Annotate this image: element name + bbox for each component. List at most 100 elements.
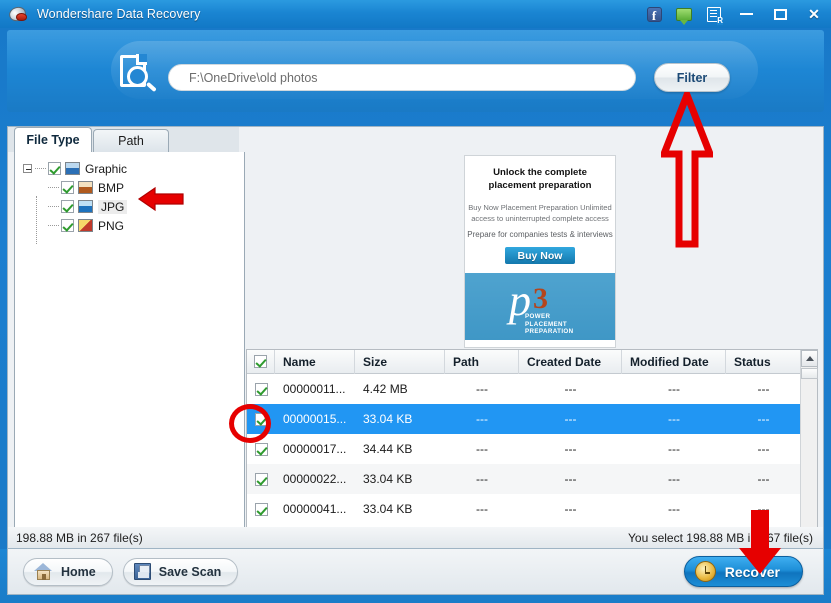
cell-status: --- [757,442,770,456]
row-checkbox[interactable] [247,472,275,486]
feedback-chat-icon[interactable] [669,0,699,28]
cell-name: 00000011... [283,382,346,396]
checkbox-jpg[interactable] [61,200,74,213]
cell-created-date: --- [564,472,577,486]
column-header-path[interactable]: Path [445,349,519,374]
recover-button-label: Recover [724,563,780,580]
tree-connector-dots [48,206,59,207]
table-row[interactable]: 00000041... 33.04 KB --- --- --- --- [247,494,817,524]
cell-name: 00000015... [283,412,347,426]
collapse-icon[interactable] [23,164,32,173]
maximize-button[interactable] [763,0,797,28]
row-checkbox[interactable] [247,382,275,396]
checkbox-graphic[interactable] [48,162,61,175]
row-checkbox[interactable] [247,442,275,456]
cell-size: 33.04 KB [363,502,413,516]
save-scan-button-label: Save Scan [158,564,222,579]
column-header-size[interactable]: Size [355,349,445,374]
column-header-created-date[interactable]: Created Date [519,349,622,374]
cell-status: --- [757,412,770,426]
cell-size: 33.04 KB [363,472,413,486]
title-bar-buttons: f ✕ [639,0,831,28]
column-header-status[interactable]: Status [726,350,801,374]
cell-size: 34.44 KB [363,442,413,456]
table-body: 00000011... 4.42 MB --- --- --- --- 0000… [247,374,817,524]
status-total-label: 198.88 MB in 267 file(s) [16,530,143,545]
ad-subtext: Prepare for companies tests & interviews [467,230,613,239]
cell-modified-date: --- [668,502,680,516]
floppy-disk-icon [133,563,151,580]
row-checkbox[interactable] [247,412,275,426]
ad-body-text: Buy Now Placement Preparation Unlimited … [468,203,612,223]
scrollbar-thumb[interactable] [801,368,818,379]
tree-item-jpg[interactable]: JPG [48,198,128,215]
main-panel: File Type Path Graphic BMP JPG PNG Unloc… [7,126,824,548]
cell-modified-date: --- [668,472,680,486]
tab-path[interactable]: Path [93,129,169,152]
brand-number: 3 [533,282,548,315]
application-window: Wondershare Data Recovery f ✕ Filter Fil… [0,0,831,603]
home-icon [34,563,53,580]
graphic-file-icon [65,162,80,175]
filter-button[interactable]: Filter [654,63,730,92]
column-header-name[interactable]: Name [275,349,355,374]
row-checkbox[interactable] [247,502,275,516]
facebook-icon[interactable]: f [639,0,669,28]
tab-file-type[interactable]: File Type [14,127,92,152]
cell-modified-date: --- [668,382,680,396]
minimize-button[interactable] [729,0,763,28]
title-bar: Wondershare Data Recovery f ✕ [0,0,831,28]
checkbox-bmp[interactable] [61,181,74,194]
status-selected-label: You select 198.88 MB in 267 file(s) [628,530,813,545]
advertisement-panel[interactable]: Unlock the complete placement preparatio… [464,155,616,348]
cell-path: --- [476,472,488,486]
home-button-label: Home [61,564,96,579]
scroll-up-button[interactable] [801,350,818,367]
save-scan-button[interactable]: Save Scan [122,557,239,586]
cell-created-date: --- [564,412,577,426]
checkbox-png[interactable] [61,219,74,232]
window-title: Wondershare Data Recovery [37,7,201,21]
close-button[interactable]: ✕ [797,0,831,28]
buy-now-button[interactable]: Buy Now [505,247,575,264]
table-row[interactable]: 00000022... 33.04 KB --- --- --- --- [247,464,817,494]
cell-created-date: --- [564,382,577,396]
tree-label-png: PNG [98,218,125,233]
table-row[interactable]: 00000017... 34.44 KB --- --- --- --- [247,434,817,464]
table-vertical-scrollbar[interactable] [800,350,818,547]
chevron-up-icon [805,356,814,361]
table-row[interactable]: 00000011... 4.42 MB --- --- --- --- [247,374,817,404]
table-row[interactable]: 00000015... 33.04 KB --- --- --- --- [247,404,817,434]
cell-name: 00000041... [283,502,347,516]
document-search-icon [117,54,157,97]
tree-label-graphic: Graphic [85,161,128,176]
scan-path-input[interactable] [187,69,635,86]
cell-created-date: --- [564,442,577,456]
cell-size: 33.04 KB [363,412,413,426]
home-button[interactable]: Home [23,557,113,586]
cell-path: --- [476,502,488,516]
png-file-icon [78,219,93,232]
ad-brand-banner[interactable]: p 3 POWER PLACEMENT PREPARATION [465,273,615,340]
brand-tagline: POWER PLACEMENT PREPARATION [525,313,574,336]
tree-connector-dots [48,225,59,226]
tree-connector [36,196,37,244]
tree-item-graphic[interactable]: Graphic [23,160,127,177]
column-header-modified-date[interactable]: Modified Date [622,349,726,374]
cell-modified-date: --- [668,442,680,456]
cell-path: --- [476,442,488,456]
register-icon[interactable] [699,0,729,28]
cell-name: 00000022... [283,472,347,486]
scan-path-field[interactable] [168,64,636,91]
cell-path: --- [476,412,488,426]
cell-modified-date: --- [668,412,680,426]
cell-status: --- [757,502,770,516]
tree-item-png[interactable]: PNG [48,217,124,234]
wondershare-logo-icon [7,4,30,24]
cell-path: --- [476,382,488,396]
recover-button[interactable]: Recover [683,556,803,587]
select-all-checkbox[interactable] [247,349,275,374]
tree-item-bmp[interactable]: BMP [48,179,124,196]
file-results-table: Name Size Path Created Date Modified Dat… [246,349,818,548]
bmp-file-icon [78,181,93,194]
